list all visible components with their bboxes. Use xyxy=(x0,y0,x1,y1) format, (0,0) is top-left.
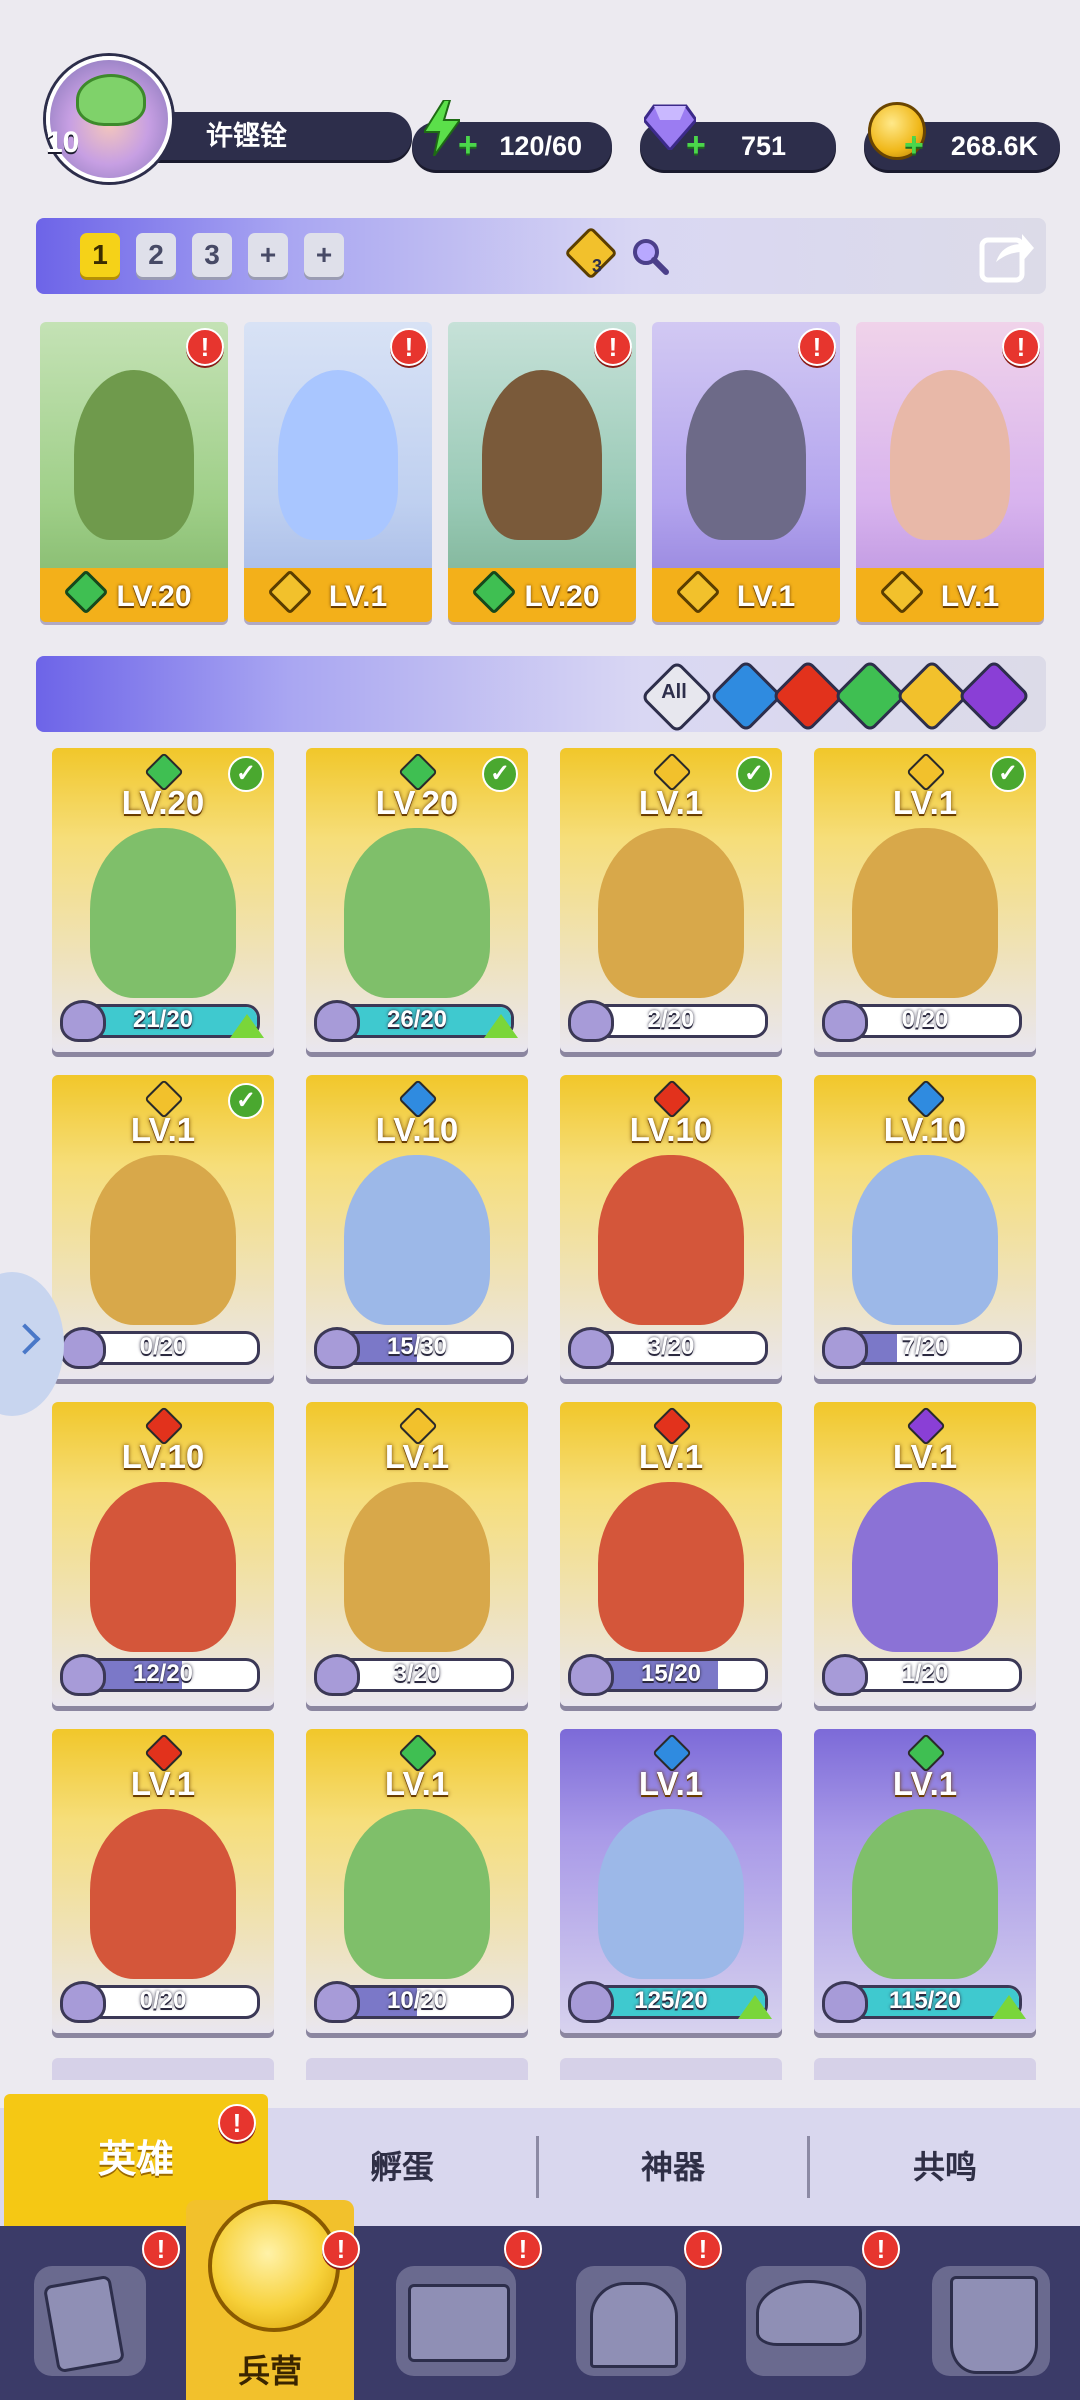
hero-card[interactable]: LV.1 ✓ 0/20 xyxy=(814,748,1036,1052)
hero-level: LV.1 xyxy=(892,1438,958,1475)
nav-guild-icon[interactable] xyxy=(932,2266,1050,2376)
nav-map-icon[interactable] xyxy=(396,2266,516,2376)
hero-level: LV.1 xyxy=(130,1765,196,1802)
hero-card[interactable]: LV.20 ✓ 26/20 xyxy=(306,748,528,1052)
hero-shard-icon xyxy=(568,1327,614,1369)
hero-card[interactable]: LV.1 1/20 xyxy=(814,1402,1036,1706)
hero-shard-icon xyxy=(314,1654,360,1696)
check-icon: ✓ xyxy=(228,756,264,792)
hero-level: LV.1 xyxy=(638,1765,704,1802)
alert-badge: ! xyxy=(322,2230,360,2268)
check-icon: ✓ xyxy=(990,756,1026,792)
alert-badge: ! xyxy=(142,2230,180,2268)
chevron-right-icon xyxy=(9,1323,41,1355)
tab-resonance[interactable]: 共鸣 xyxy=(810,2108,1080,2226)
alert-badge: ! xyxy=(218,2104,256,2142)
hero-shard-icon xyxy=(822,1654,868,1696)
card-shape xyxy=(42,2274,126,2374)
hero-card[interactable]: LV.1 3/20 xyxy=(306,1402,528,1706)
mushroom-shape xyxy=(756,2280,862,2346)
hero-portrait xyxy=(90,1809,236,1979)
alert-badge: ! xyxy=(504,2230,542,2268)
tab-artifact[interactable]: 神器 xyxy=(539,2108,807,2226)
nav-castle-icon[interactable] xyxy=(576,2266,686,2376)
hero-card[interactable]: LV.1 115/20 xyxy=(814,1729,1036,2033)
hero-shard-icon xyxy=(314,1000,360,1042)
hero-card[interactable]: LV.1 ✓ 0/20 xyxy=(52,1075,274,1379)
hero-card[interactable]: LV.1 10/20 xyxy=(306,1729,528,2033)
alert-badge: ! xyxy=(684,2230,722,2268)
hero-portrait xyxy=(852,1482,998,1652)
hero-level: LV.10 xyxy=(375,1111,459,1148)
hero-shard-icon xyxy=(568,1981,614,2023)
hero-portrait xyxy=(90,1482,236,1652)
banner-shape xyxy=(950,2276,1038,2374)
hero-card-row-peek xyxy=(52,2058,1036,2080)
hero-card[interactable]: LV.1 15/20 xyxy=(560,1402,782,1706)
hero-shard-icon xyxy=(60,1654,106,1696)
hero-shard-icon xyxy=(314,1981,360,2023)
hero-portrait xyxy=(852,1809,998,1979)
hero-portrait xyxy=(598,1155,744,1325)
upgrade-arrow-icon xyxy=(738,1995,772,2019)
hero-portrait xyxy=(90,828,236,998)
barracks-icon xyxy=(208,2200,340,2332)
check-icon: ✓ xyxy=(482,756,518,792)
castle-shape xyxy=(590,2282,678,2368)
nav-barracks-button[interactable]: 兵营 xyxy=(186,2200,354,2400)
nav-cards-icon[interactable] xyxy=(34,2266,146,2376)
upgrade-arrow-icon xyxy=(484,1014,518,1038)
hero-grid: LV.20 ✓ 21/20 LV.20 ✓ 26/20 LV.1 ✓ 2/20 LV.1 ✓ 0/20… xyxy=(0,0,1080,2100)
hero-level: LV.1 xyxy=(638,1438,704,1475)
hero-shard-icon xyxy=(822,1000,868,1042)
sub-tab-bar: 英雄 ! 孵蛋 神器 共鸣 xyxy=(0,2094,1080,2226)
hero-level: LV.1 xyxy=(384,1765,450,1802)
hero-shard-icon xyxy=(822,1327,868,1369)
hero-card-peek xyxy=(52,2058,274,2080)
hero-shard-icon xyxy=(822,1981,868,2023)
check-icon: ✓ xyxy=(228,1083,264,1119)
hero-shard-icon xyxy=(60,1327,106,1369)
hero-level: LV.1 xyxy=(384,1438,450,1475)
hero-card-peek xyxy=(306,2058,528,2080)
hero-portrait xyxy=(90,1155,236,1325)
hero-portrait xyxy=(852,1155,998,1325)
hero-portrait xyxy=(852,828,998,998)
hero-card[interactable]: LV.1 ✓ 2/20 xyxy=(560,748,782,1052)
hero-card[interactable]: LV.10 3/20 xyxy=(560,1075,782,1379)
check-icon: ✓ xyxy=(736,756,772,792)
hero-level: LV.10 xyxy=(883,1111,967,1148)
hero-portrait xyxy=(598,1809,744,1979)
hero-card[interactable]: LV.20 ✓ 21/20 xyxy=(52,748,274,1052)
upgrade-arrow-icon xyxy=(230,1014,264,1038)
hero-portrait xyxy=(344,1809,490,1979)
hero-card-peek xyxy=(560,2058,782,2080)
hero-card[interactable]: LV.1 0/20 xyxy=(52,1729,274,2033)
hero-shard-icon xyxy=(60,1000,106,1042)
hero-card[interactable]: LV.10 7/20 xyxy=(814,1075,1036,1379)
nav-mushroom-icon[interactable] xyxy=(746,2266,866,2376)
barracks-label: 兵营 xyxy=(237,2353,302,2389)
hero-portrait xyxy=(344,1482,490,1652)
hero-portrait xyxy=(344,1155,490,1325)
hero-portrait xyxy=(598,1482,744,1652)
hero-level: LV.1 xyxy=(892,1765,958,1802)
hero-card-peek xyxy=(814,2058,1036,2080)
bottom-nav: ! 兵营 ! ! ! ! xyxy=(0,2200,1080,2400)
alert-badge: ! xyxy=(862,2230,900,2268)
hero-shard-icon xyxy=(568,1654,614,1696)
hero-shard-icon xyxy=(60,1981,106,2023)
hero-portrait xyxy=(598,828,744,998)
hero-portrait xyxy=(344,828,490,998)
hero-card[interactable]: LV.10 12/20 xyxy=(52,1402,274,1706)
hero-level: LV.10 xyxy=(629,1111,713,1148)
upgrade-arrow-icon xyxy=(992,1995,1026,2019)
hero-shard-icon xyxy=(568,1000,614,1042)
hero-shard-icon xyxy=(314,1327,360,1369)
hero-card[interactable]: LV.10 15/30 xyxy=(306,1075,528,1379)
hero-level: LV.10 xyxy=(121,1438,205,1475)
hero-card[interactable]: LV.1 125/20 xyxy=(560,1729,782,2033)
map-shape xyxy=(408,2284,510,2362)
